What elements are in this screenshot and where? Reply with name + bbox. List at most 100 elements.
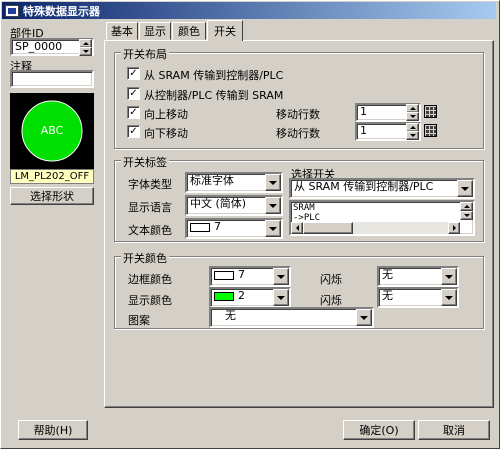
spin-down-button[interactable] (406, 112, 419, 121)
text-color-label: 文本颜色 (128, 224, 172, 237)
switch-label-textarea[interactable]: SRAM ->PLC (289, 200, 475, 236)
arrow-right-icon (452, 225, 456, 231)
arrow-up-icon (463, 205, 470, 208)
chevron-down-icon (277, 295, 285, 300)
switch-label-title: 开关标签 (121, 154, 169, 170)
scroll-right-button[interactable] (448, 222, 460, 234)
text-color-value: 7 (214, 220, 221, 233)
label-move-up: 向上移动 (144, 108, 188, 121)
dropdown-button[interactable] (273, 268, 289, 285)
keypad-icon[interactable] (424, 105, 437, 118)
dropdown-button[interactable] (356, 309, 372, 326)
display-color-select[interactable]: 2 (209, 287, 291, 308)
font-type-label: 字体类型 (128, 178, 172, 191)
move-up-rows-spinner[interactable] (406, 104, 419, 122)
dropdown-button[interactable] (265, 220, 281, 237)
pattern-label: 图案 (128, 314, 150, 327)
part-id-spinner[interactable] (79, 39, 92, 57)
chevron-down-icon (269, 203, 277, 208)
checkbox-plc-to-sram[interactable]: ✓ (127, 87, 140, 100)
chevron-down-icon (277, 274, 285, 279)
font-type-select[interactable]: 标准字体 (185, 172, 283, 193)
select-switch-select[interactable]: 从 SRAM 传输到控制器/PLC (289, 178, 475, 199)
cancel-button[interactable]: 取消 (418, 420, 490, 440)
dropdown-button[interactable] (457, 180, 473, 197)
dropdown-button[interactable] (273, 289, 289, 306)
arrow-up-icon (82, 42, 89, 45)
scroll-thumb[interactable] (303, 222, 353, 234)
vertical-scrollbar[interactable] (460, 202, 473, 220)
dropdown-button[interactable] (441, 289, 457, 306)
blink-select-1[interactable]: 无 (377, 266, 459, 287)
border-color-select[interactable]: 7 (209, 266, 291, 287)
checkbox-move-down[interactable]: ✓ (127, 125, 140, 138)
dropdown-button[interactable] (265, 197, 281, 214)
scroll-up-button[interactable] (460, 202, 473, 211)
spin-down-button[interactable] (406, 131, 419, 140)
arrow-up-icon (409, 126, 416, 129)
shape-name-label: LM_PL202_OFF (10, 169, 94, 184)
window-title: 特殊数据显示器 (23, 4, 100, 18)
label-move-down: 向下移动 (144, 127, 188, 140)
checkbox-sram-to-plc[interactable]: ✓ (127, 67, 140, 80)
chevron-down-icon (445, 295, 453, 300)
chevron-down-icon (269, 180, 277, 185)
preview-text: ABC (40, 124, 64, 137)
label-plc-to-sram: 从控制器/PLC 传输到 SRAM (144, 89, 284, 102)
tab-color[interactable]: 颜色 (172, 22, 206, 40)
language-select[interactable]: 中文 (简体) (185, 195, 283, 216)
tab-display[interactable]: 显示 (139, 22, 171, 40)
tab-basic[interactable]: 基本 (106, 22, 138, 40)
arrow-down-icon (463, 214, 470, 217)
move-down-rows-label: 移动行数 (276, 127, 320, 140)
app-icon (5, 4, 19, 17)
scroll-down-button[interactable] (460, 211, 473, 220)
tab-switch[interactable]: 开关 (207, 20, 243, 41)
blink-label: 闪烁 (320, 273, 342, 286)
move-up-rows-label: 移动行数 (276, 108, 320, 121)
switch-layout-title: 开关布局 (121, 46, 169, 62)
move-up-rows-field[interactable]: 1 (355, 103, 421, 122)
comment-field[interactable] (10, 70, 94, 88)
language-label: 显示语言 (128, 201, 172, 214)
arrow-down-icon (82, 50, 89, 53)
horizontal-scrollbar[interactable] (291, 222, 460, 234)
border-color-label: 边框颜色 (128, 273, 172, 286)
pattern-value: 无 (225, 309, 236, 322)
spin-down-button[interactable] (79, 47, 92, 56)
chevron-down-icon (461, 186, 469, 191)
dropdown-button[interactable] (441, 268, 457, 285)
blink-label: 闪烁 (320, 294, 342, 307)
color-swatch (214, 270, 234, 280)
title-bar: 特殊数据显示器 (2, 2, 496, 19)
switch-label-preview: SRAM ->PLC (293, 203, 320, 223)
text-color-select[interactable]: 7 (185, 218, 283, 239)
scroll-left-button[interactable] (291, 222, 303, 234)
display-color-value: 2 (238, 289, 245, 302)
dropdown-button[interactable] (265, 174, 281, 191)
arrow-up-icon (409, 107, 416, 110)
select-switch-value: 从 SRAM 传输到控制器/PLC (294, 180, 434, 193)
preview-line: SRAM (293, 203, 315, 213)
arrow-down-icon (409, 115, 416, 118)
select-shape-button[interactable]: 选择形状 (10, 187, 94, 205)
arrow-left-icon (295, 225, 299, 231)
ok-button[interactable]: 确定(O) (343, 420, 415, 440)
arrow-down-icon (409, 134, 416, 137)
display-color-label: 显示颜色 (128, 294, 172, 307)
help-button[interactable]: 帮助(H) (18, 420, 88, 440)
move-down-rows-field[interactable]: 1 (355, 122, 421, 141)
label-sram-to-plc: 从 SRAM 传输到控制器/PLC (144, 69, 284, 82)
chevron-down-icon (445, 274, 453, 279)
keypad-icon[interactable] (424, 124, 437, 137)
checkbox-move-up[interactable]: ✓ (127, 106, 140, 119)
move-down-rows-spinner[interactable] (406, 123, 419, 141)
part-id-field[interactable]: SP_0000 (10, 38, 94, 56)
chevron-down-icon (269, 226, 277, 231)
color-swatch (214, 291, 234, 301)
switch-color-title: 开关颜色 (121, 250, 169, 266)
pattern-select[interactable]: 无 (209, 307, 374, 328)
color-swatch (190, 222, 210, 232)
blink-select-2[interactable]: 无 (377, 287, 459, 308)
chevron-down-icon (360, 315, 368, 320)
